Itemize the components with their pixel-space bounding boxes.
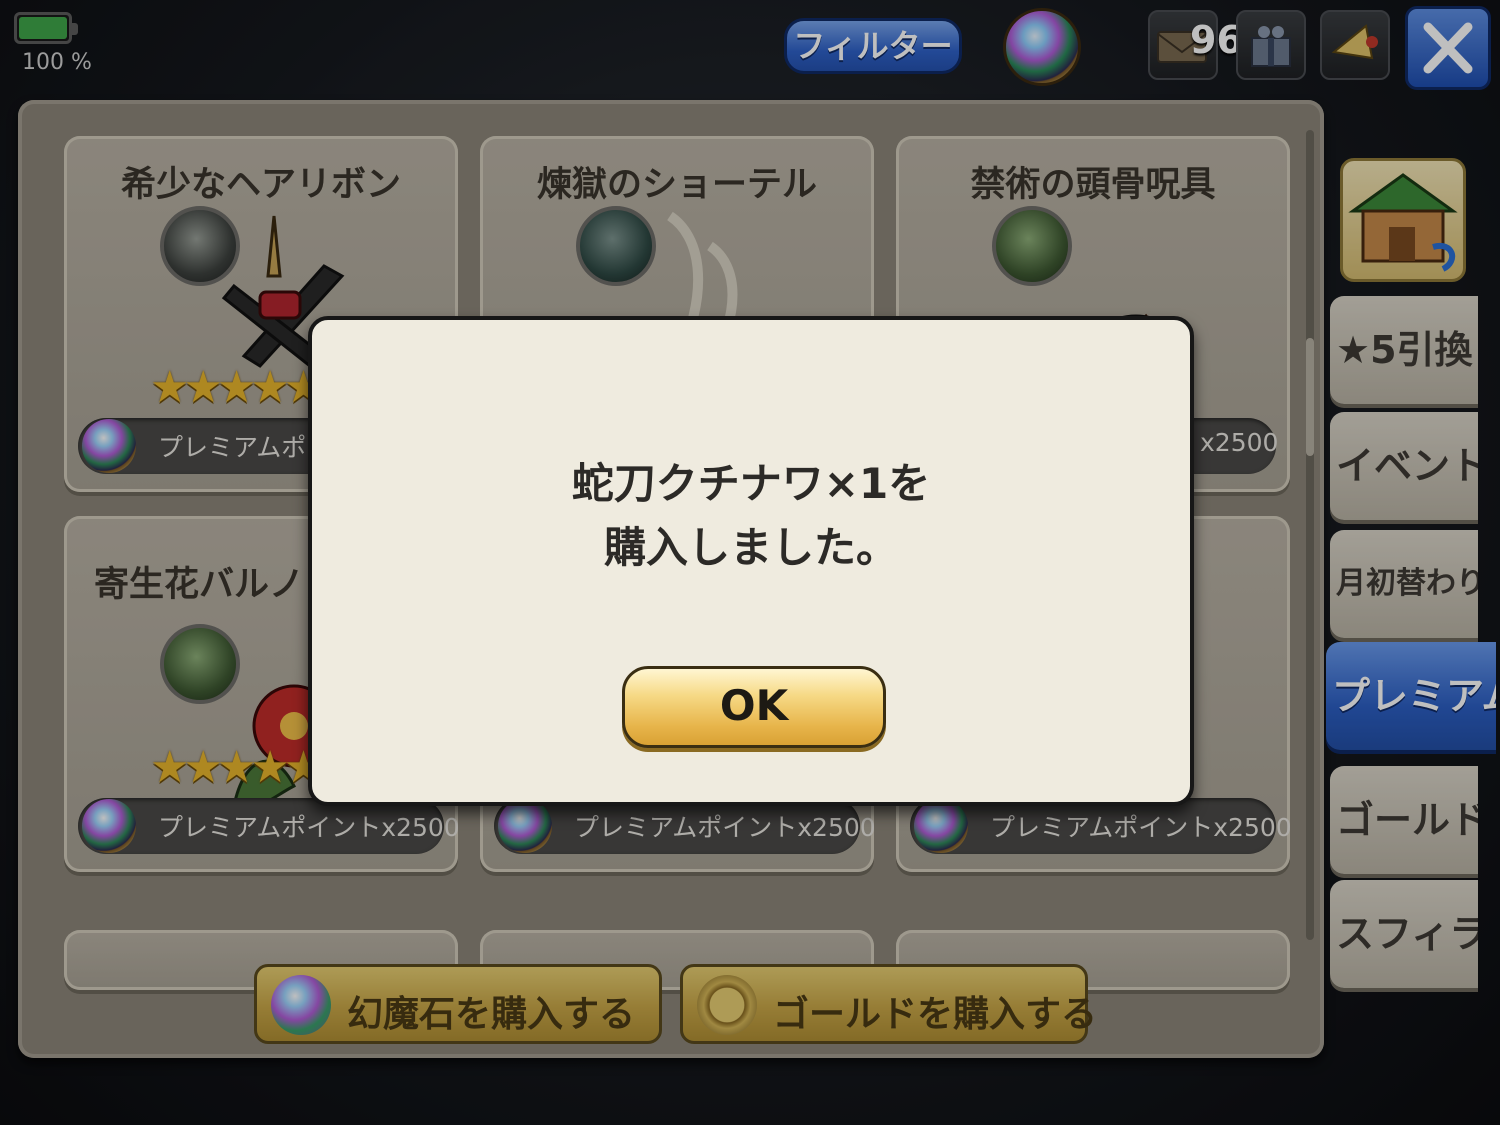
dialog-message-line1: 蛇刀クチナワ×1を — [571, 459, 931, 508]
dialog-message-line2: 購入しました。 — [603, 523, 898, 572]
purchase-complete-dialog: 蛇刀クチナワ×1を 購入しました。 OK — [308, 316, 1194, 806]
dialog-message: 蛇刀クチナワ×1を 購入しました。 — [312, 452, 1190, 580]
ok-button[interactable]: OK — [622, 666, 886, 748]
